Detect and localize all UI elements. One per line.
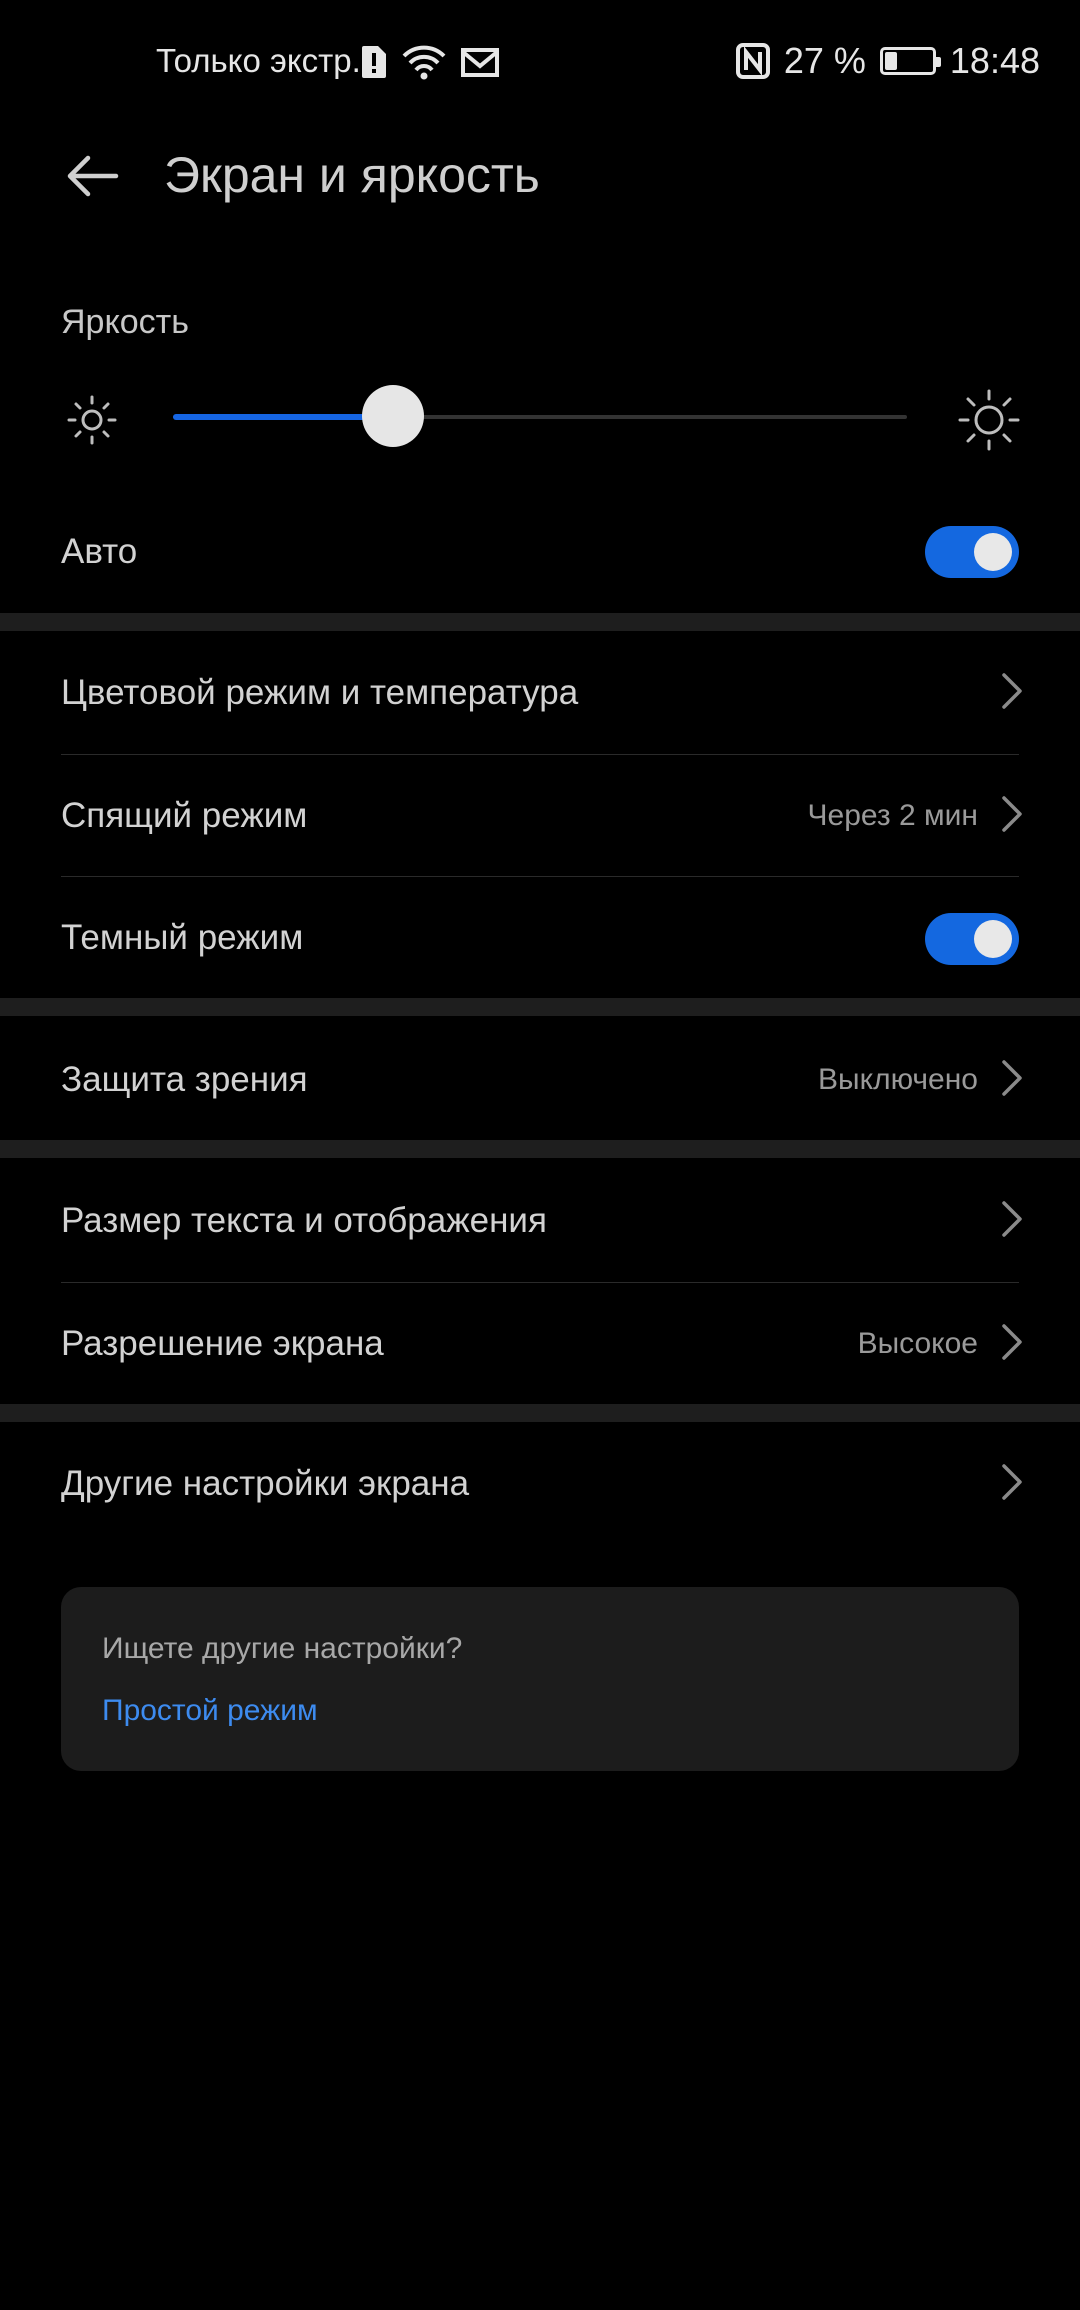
dark-mode-toggle[interactable] bbox=[925, 913, 1019, 965]
chevron-right-icon bbox=[1002, 1324, 1022, 1360]
carrier-text: Только экстр.... bbox=[156, 42, 389, 79]
chevron-right-icon bbox=[1002, 1201, 1022, 1237]
eye-comfort-row[interactable]: Защита зрения Выключено bbox=[0, 1016, 1080, 1140]
battery-percent: 27 % bbox=[783, 40, 866, 81]
back-arrow-icon[interactable] bbox=[60, 144, 124, 208]
more-settings-label: Другие настройки экрана bbox=[61, 1464, 470, 1503]
app-header: Экран и яркость bbox=[0, 124, 1080, 234]
page-title: Экран и яркость bbox=[164, 147, 540, 203]
nfc-icon bbox=[735, 43, 770, 79]
more-settings-row[interactable]: Другие настройки экрана bbox=[0, 1422, 1080, 1547]
sim-alert-icon bbox=[362, 46, 386, 78]
auto-brightness-label: Авто bbox=[61, 532, 138, 571]
slider-thumb[interactable] bbox=[362, 385, 425, 447]
section-separator bbox=[0, 613, 1080, 631]
status-icons-right: 27 % 18:48 bbox=[735, 40, 1040, 82]
wifi-icon bbox=[402, 45, 446, 80]
status-icons-left bbox=[360, 44, 500, 80]
sleep-value: Через 2 мин bbox=[807, 799, 978, 832]
brightness-low-icon bbox=[67, 395, 117, 445]
brightness-high-icon bbox=[958, 389, 1020, 451]
chevron-right-icon bbox=[1002, 796, 1022, 832]
suggestion-card: Ищете другие настройки? Простой режим bbox=[61, 1587, 1019, 1771]
slider-fill bbox=[173, 414, 394, 420]
resolution-label: Разрешение экрана bbox=[61, 1324, 384, 1363]
section-separator bbox=[0, 1404, 1080, 1422]
text-size-row[interactable]: Размер текста и отображения bbox=[0, 1158, 1080, 1281]
status-bar: Только экстр.... 27 % 18:48 bbox=[0, 0, 1080, 124]
sleep-row[interactable]: Спящий режим Через 2 мин bbox=[0, 755, 1080, 876]
resolution-value: Высокое bbox=[857, 1327, 978, 1360]
color-mode-label: Цветовой режим и температура bbox=[61, 673, 579, 712]
eye-comfort-label: Защита зрения bbox=[61, 1060, 308, 1099]
toggle-knob bbox=[974, 920, 1012, 958]
brightness-label: Яркость bbox=[61, 303, 189, 341]
resolution-row[interactable]: Разрешение экрана Высокое bbox=[0, 1283, 1080, 1404]
brightness-slider[interactable] bbox=[173, 385, 907, 447]
mail-icon bbox=[461, 48, 499, 77]
toggle-knob bbox=[974, 533, 1012, 571]
chevron-right-icon bbox=[1002, 1060, 1022, 1096]
dark-mode-row[interactable]: Темный режим bbox=[0, 877, 1080, 998]
text-size-label: Размер текста и отображения bbox=[61, 1201, 547, 1240]
auto-brightness-toggle[interactable] bbox=[925, 526, 1019, 578]
suggestion-question: Ищете другие настройки? bbox=[102, 1632, 463, 1665]
chevron-right-icon bbox=[1002, 673, 1022, 709]
section-separator bbox=[0, 998, 1080, 1016]
chevron-right-icon bbox=[1002, 1464, 1022, 1500]
eye-comfort-value: Выключено bbox=[818, 1063, 978, 1096]
section-separator bbox=[0, 1140, 1080, 1158]
simple-mode-link[interactable]: Простой режим bbox=[102, 1694, 318, 1728]
auto-brightness-row[interactable]: Авто bbox=[0, 510, 1080, 610]
sleep-label: Спящий режим bbox=[61, 796, 308, 835]
color-mode-row[interactable]: Цветовой режим и температура bbox=[0, 631, 1080, 753]
dark-mode-label: Темный режим bbox=[61, 918, 304, 957]
clock: 18:48 bbox=[949, 40, 1040, 81]
battery-icon bbox=[879, 47, 941, 75]
